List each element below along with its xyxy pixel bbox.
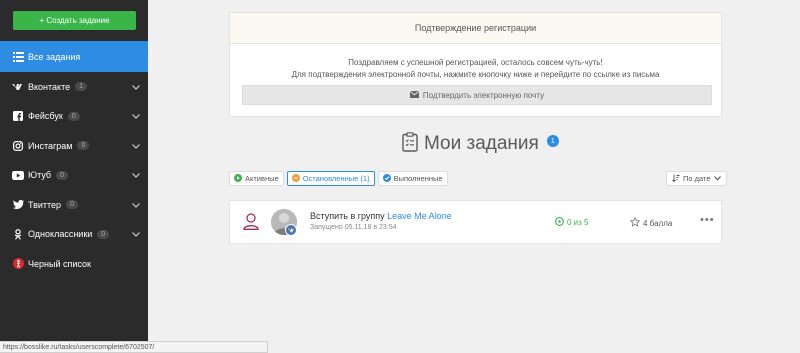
vk-icon	[285, 224, 297, 236]
sidebar-item-label: Твиттер	[28, 199, 62, 210]
chevron-down-icon[interactable]	[132, 200, 140, 210]
chevron-down-icon[interactable]	[132, 229, 140, 239]
sidebar-item-vkontakte[interactable]: Вконтакте 1	[0, 72, 148, 102]
count-badge: 0	[77, 141, 90, 151]
sidebar-item-instagram[interactable]: Инстаграм 0	[0, 131, 148, 161]
clipboard-icon	[402, 131, 418, 157]
filter-completed-button[interactable]: Выполненные	[377, 171, 448, 186]
task-progress-text: 0 из 5	[567, 218, 589, 227]
sort-label: По дате	[683, 174, 711, 183]
pause-circle-icon	[291, 173, 300, 184]
confirm-message-line2: Для подтверждения электронной почты, наж…	[291, 70, 660, 79]
sidebar-item-facebook[interactable]: Фейсбук 0	[0, 102, 148, 132]
task-start-date: Запущено 05.11.18 в 23:54	[310, 224, 397, 231]
task-points: 4 балла	[629, 216, 673, 229]
sidebar-item-blacklist[interactable]: Черный список	[0, 249, 148, 279]
odnoklassniki-icon	[12, 228, 24, 240]
sidebar-item-label: Вконтакте	[28, 81, 71, 92]
count-badge: 0	[66, 200, 78, 210]
vk-icon	[12, 81, 24, 93]
filter-stopped-button[interactable]: Остановленные (1)	[286, 171, 375, 186]
list-icon	[12, 51, 24, 63]
blacklist-icon	[12, 258, 24, 270]
envelope-icon	[409, 90, 420, 100]
task-card: Вступить в группу Leave Me Alone Запущен…	[229, 200, 722, 244]
sidebar-item-label: Ютуб	[28, 170, 52, 181]
sidebar-nav: Все задания Вконтакте 1 Фейсбук 0 Инстаг…	[0, 41, 148, 279]
task-points-text: 4 балла	[643, 218, 673, 228]
confirm-email-label: Подтвердить электронную почту	[422, 90, 545, 100]
filter-label: Выполненные	[393, 174, 443, 183]
sort-icon	[672, 174, 680, 184]
title-count-badge: 1	[546, 135, 559, 147]
chevron-down-icon	[713, 174, 721, 183]
filter-active-button[interactable]: Активные	[229, 171, 284, 186]
more-options-icon[interactable]: •••	[700, 214, 715, 226]
count-badge: 0	[67, 111, 80, 121]
create-task-button[interactable]: + Создать задание	[13, 11, 136, 30]
count-badge: 1	[75, 82, 88, 92]
sort-dropdown[interactable]: По дате	[666, 171, 727, 186]
facebook-icon	[12, 110, 24, 122]
confirm-email-button[interactable]: Подтвердить электронную почту	[242, 85, 712, 105]
chevron-down-icon[interactable]	[132, 82, 140, 92]
check-circle-icon	[382, 173, 391, 184]
confirm-message-line1: Поздравляем с успешной регистрацией, ост…	[348, 58, 603, 67]
instagram-icon	[12, 140, 24, 152]
star-icon	[629, 216, 641, 229]
twitter-icon	[12, 199, 24, 211]
status-url-text: https://bosslike.ru/tasks/userscomplete/…	[3, 343, 155, 351]
chevron-down-icon[interactable]	[132, 141, 140, 151]
count-badge: 0	[56, 170, 68, 180]
task-progress: 0 из 5	[555, 217, 588, 228]
page-title: Мои задания 1	[402, 130, 559, 158]
count-badge: 0	[97, 229, 110, 239]
sidebar-item-label: Фейсбук	[28, 111, 63, 122]
filter-label: Активные	[245, 174, 279, 183]
sidebar-item-all-tasks[interactable]: Все задания	[0, 41, 148, 72]
filter-label: Остановленные (1)	[302, 174, 370, 183]
sidebar-item-label: Черный список	[28, 258, 91, 269]
task-title: Вступить в группу Leave Me Alone	[310, 211, 452, 221]
sidebar-item-label: Инстаграм	[28, 140, 73, 151]
create-task-label: + Создать задание	[39, 16, 110, 25]
sidebar: + Создать задание Все задания Вконтакте …	[0, 0, 148, 353]
sidebar-item-odnoklassniki[interactable]: Одноклассники 0	[0, 220, 148, 250]
sidebar-item-twitter[interactable]: Твиттер 0	[0, 190, 148, 220]
chevron-down-icon[interactable]	[132, 170, 140, 180]
confirm-panel-header: Подтверждение регистрации	[230, 13, 721, 44]
registration-confirm-panel: Подтверждение регистрации Поздравляем с …	[229, 12, 722, 117]
task-filters: Активные Остановленные (1) Выполненные	[229, 171, 448, 186]
task-target-link[interactable]: Leave Me Alone	[387, 211, 452, 221]
page-title-text: Мои задания	[424, 133, 539, 154]
sidebar-item-label: Все задания	[28, 51, 81, 62]
task-action: Вступить в группу	[310, 211, 388, 221]
sidebar-item-youtube[interactable]: Ютуб 0	[0, 161, 148, 191]
sidebar-item-label: Одноклассники	[28, 229, 93, 240]
confirm-panel-title: Подтверждение регистрации	[414, 23, 537, 33]
chevron-down-icon[interactable]	[132, 111, 140, 121]
play-circle-icon	[234, 173, 242, 184]
play-circle-icon	[555, 217, 564, 228]
confirm-panel-body: Поздравляем с успешной регистрацией, ост…	[230, 44, 721, 81]
youtube-icon	[12, 169, 24, 181]
user-icon	[243, 213, 259, 235]
status-bar-url: https://bosslike.ru/tasks/userscomplete/…	[0, 341, 268, 353]
